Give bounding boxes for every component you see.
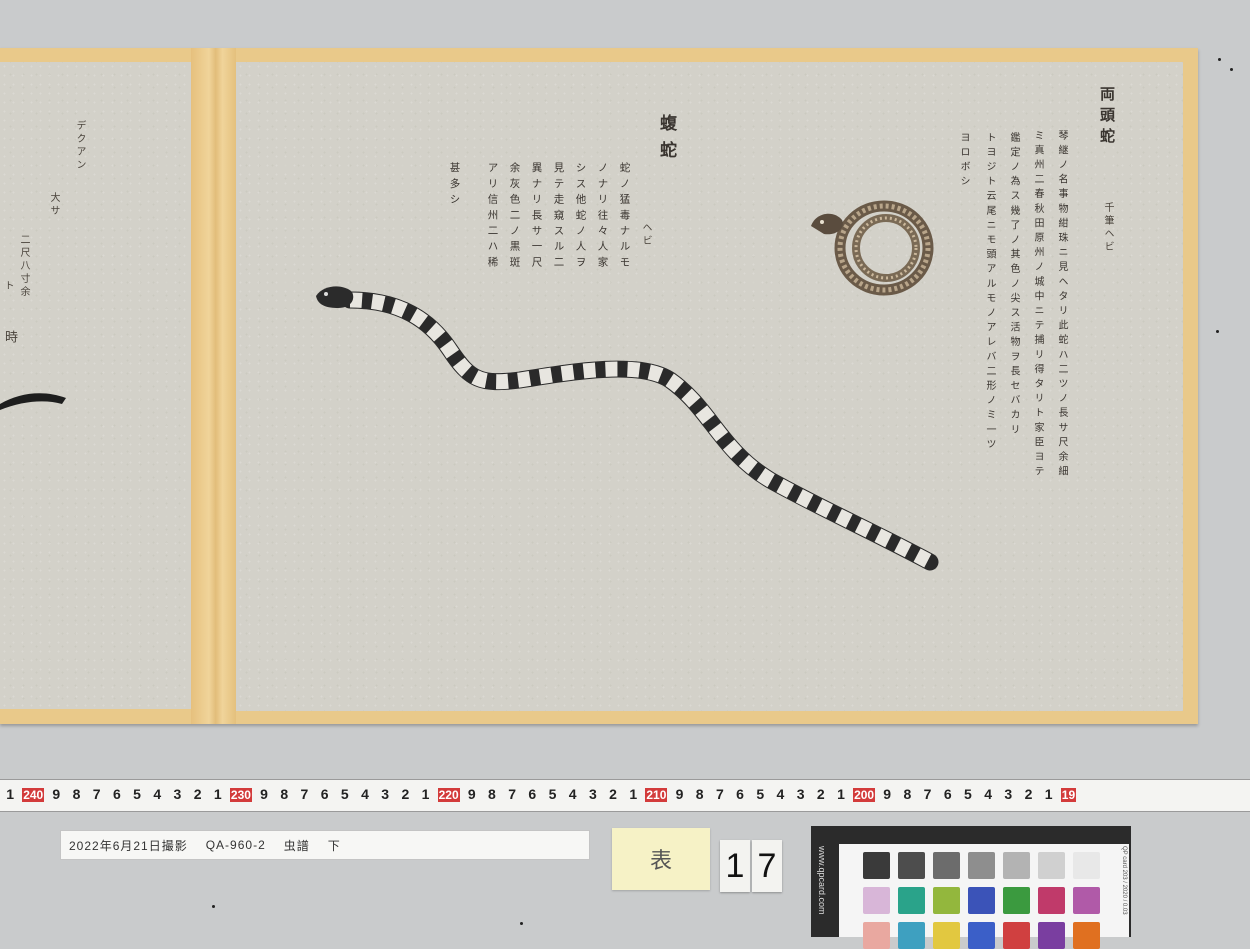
caption-date: 2022年6月21日撮影 [69, 838, 188, 853]
dust-speck [212, 905, 215, 908]
color-swatch [933, 887, 960, 914]
second-column: ミ真州二春秋田原州ノ城中ニテ捕リ得タリト家臣ヨテ [1032, 130, 1043, 481]
left-page-text: ト [2, 280, 13, 293]
page-number-card: 1 [720, 840, 750, 892]
color-swatch [968, 922, 995, 949]
description-column: ノナリ往々人家 [596, 162, 608, 272]
page-title: 蝮蛇 [657, 114, 676, 168]
color-swatch [1038, 887, 1065, 914]
swatch-grid [839, 844, 1129, 949]
color-swatch [1003, 852, 1030, 879]
color-swatch [968, 852, 995, 879]
color-swatch [863, 887, 890, 914]
color-calibration-card: www.qpcard.com QP card 203 / 2020 / 0.03 [811, 826, 1131, 949]
color-swatch [968, 887, 995, 914]
color-swatch [933, 852, 960, 879]
description-column: シス他蛇ノ人ヲ [574, 162, 586, 272]
dust-speck [520, 922, 523, 925]
measuring-ruler: 1 240 9 8 7 6 5 4 3 2 1 230 9 8 7 6 5 4 3 2 1 220 9 8 7 6 5 4 3 2 1 210… [0, 779, 1250, 812]
color-swatch [1038, 852, 1065, 879]
caption-label: 2022年6月21日撮影 QA-960-2 虫譜 下 [60, 830, 590, 860]
description-column: アリ信州二ハ稀 [486, 162, 498, 272]
sticky-note: 表 [612, 828, 710, 890]
color-swatch [1038, 922, 1065, 949]
color-swatch [898, 887, 925, 914]
caption-volume: 下 [327, 838, 341, 853]
second-subtitle: 千筆ヘビ [1102, 202, 1113, 254]
color-swatch [933, 922, 960, 949]
second-column: トヨジト云尾ニモ頭アルモノアレバ二形ノミ一ツ [984, 132, 995, 454]
banded-snake-illustration [316, 286, 939, 571]
dust-speck [1216, 330, 1219, 333]
second-column: ヨロボシ [958, 132, 969, 191]
color-swatch [863, 922, 890, 949]
description-column: 余灰色二ノ黒斑 [508, 162, 520, 272]
left-page-text: 大サ [48, 192, 59, 218]
color-swatch [1073, 852, 1100, 879]
color-swatch [898, 852, 925, 879]
dust-speck [1230, 68, 1233, 71]
second-column: 琴継ノ名事物紺珠ニ見ヘタリ此蛇ハ二ツノ長サ尺余細 [1056, 130, 1067, 481]
ruler-scale: 1 240 9 8 7 6 5 4 3 2 1 230 9 8 7 6 5 4 3 2 1 220 9 8 7 6 5 4 3 2 1 210… [6, 786, 1077, 802]
title-reading: ヘビ [640, 222, 651, 248]
dust-speck [1218, 58, 1221, 61]
description-column: 異ナリ長サ一尺 [530, 162, 542, 272]
left-page-text: 二尺八寸余 [18, 234, 29, 299]
description-column: 蛇ノ猛毒ナルモ [618, 162, 630, 272]
description-column: 甚多シ [448, 162, 460, 210]
color-card-brand: www.qpcard.com [817, 846, 827, 915]
color-swatch [863, 852, 890, 879]
page-number-card: 7 [752, 840, 782, 892]
color-swatch [1003, 922, 1030, 949]
second-title: 両頭蛇 [1098, 86, 1114, 149]
left-page-text: 時 [3, 330, 18, 346]
color-card-code: QP card 203 / 2020 / 0.03 [1121, 846, 1127, 915]
description-column: 見テ走窺スル二 [552, 162, 564, 272]
left-page-text: デクアン [74, 120, 85, 172]
scroll-fold [191, 48, 236, 724]
second-column: 鑑定ノ為ス幾了ノ其色ノ尖ス活物ヲ長セバカリ [1008, 132, 1019, 439]
main-page: 蝮蛇 ヘビ 蛇ノ猛毒ナルモ ノナリ往々人家 シス他蛇ノ人ヲ 見テ走窺スル二 異ナ… [236, 62, 1183, 711]
caption-title: 虫譜 [283, 838, 310, 853]
left-page: デクアン 大サ 二尺八寸余 ト 時 [0, 62, 191, 709]
snake-tail-illustration [0, 393, 66, 410]
color-swatch [898, 922, 925, 949]
color-swatch [1003, 887, 1030, 914]
caption-id: QA-960-2 [205, 838, 266, 852]
color-swatch [1073, 887, 1100, 914]
color-swatch [1073, 922, 1100, 949]
